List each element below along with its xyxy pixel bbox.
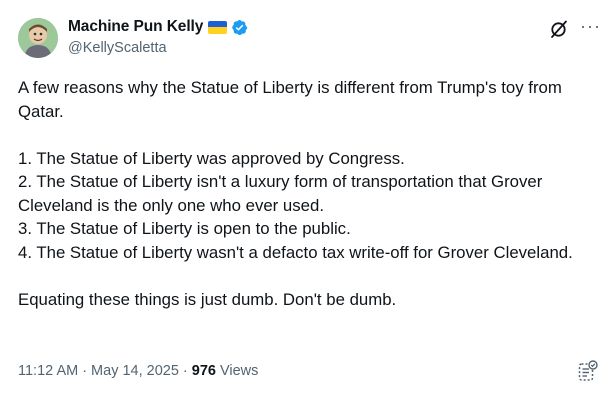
ukraine-flag-icon — [208, 20, 228, 34]
tweet-point-2: 2. The Statue of Liberty isn't a luxury … — [18, 172, 543, 215]
tweet-text: A few reasons why the Statue of Liberty … — [18, 76, 588, 311]
views-label: Views — [219, 363, 259, 379]
tweet-point-3: 3. The Statue of Liberty is open to the … — [18, 219, 351, 238]
display-name[interactable]: Machine Pun Kelly — [68, 18, 203, 36]
avatar[interactable] — [18, 18, 58, 58]
more-options-button[interactable]: ··· — [580, 16, 601, 36]
name-row: Machine Pun Kelly — [68, 17, 248, 37]
tweet-time[interactable]: 11:12 AM — [18, 363, 78, 379]
tweet-intro: A few reasons why the Statue of Liberty … — [18, 78, 562, 121]
post-summary-icon[interactable] — [578, 360, 598, 382]
meta-separator: · — [182, 363, 188, 379]
tweet-meta: 11:12 AM · May 14, 2025 · 976 Views — [18, 363, 258, 379]
views-count: 976 — [191, 363, 216, 379]
grok-icon[interactable] — [549, 19, 569, 39]
tweet-point-1: 1. The Statue of Liberty was approved by… — [18, 148, 405, 168]
meta-separator: · — [82, 363, 88, 379]
tweet-date[interactable]: May 14, 2025 — [91, 363, 179, 379]
user-handle[interactable]: @KellyScaletta — [68, 40, 167, 56]
tweet-card: Machine Pun Kelly @KellyScaletta ··· A f… — [0, 0, 611, 400]
tweet-closing: Equating these things is just dumb. Don'… — [18, 289, 397, 309]
tweet-point-4: 4. The Statue of Liberty wasn't a defact… — [18, 242, 573, 262]
avatar-illustration-icon — [18, 18, 58, 58]
verified-badge-icon[interactable] — [231, 19, 248, 36]
